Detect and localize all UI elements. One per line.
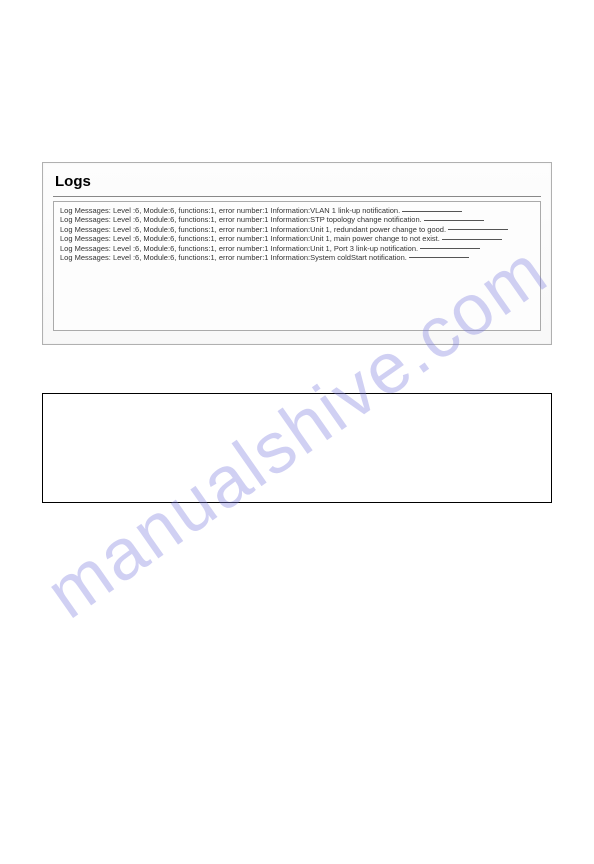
- log-line: Log Messages: Level :6, Module:6, functi…: [60, 215, 534, 224]
- logs-panel: Logs Log Messages: Level :6, Module:6, f…: [42, 162, 552, 345]
- log-line: Log Messages: Level :6, Module:6, functi…: [60, 206, 534, 215]
- logs-divider: [53, 196, 541, 197]
- logs-content-box: Log Messages: Level :6, Module:6, functi…: [53, 201, 541, 331]
- logs-title: Logs: [43, 163, 551, 196]
- log-line: Log Messages: Level :6, Module:6, functi…: [60, 253, 534, 262]
- empty-content-box: [42, 393, 552, 503]
- log-line: Log Messages: Level :6, Module:6, functi…: [60, 244, 534, 253]
- log-line: Log Messages: Level :6, Module:6, functi…: [60, 225, 534, 234]
- log-line: Log Messages: Level :6, Module:6, functi…: [60, 234, 534, 243]
